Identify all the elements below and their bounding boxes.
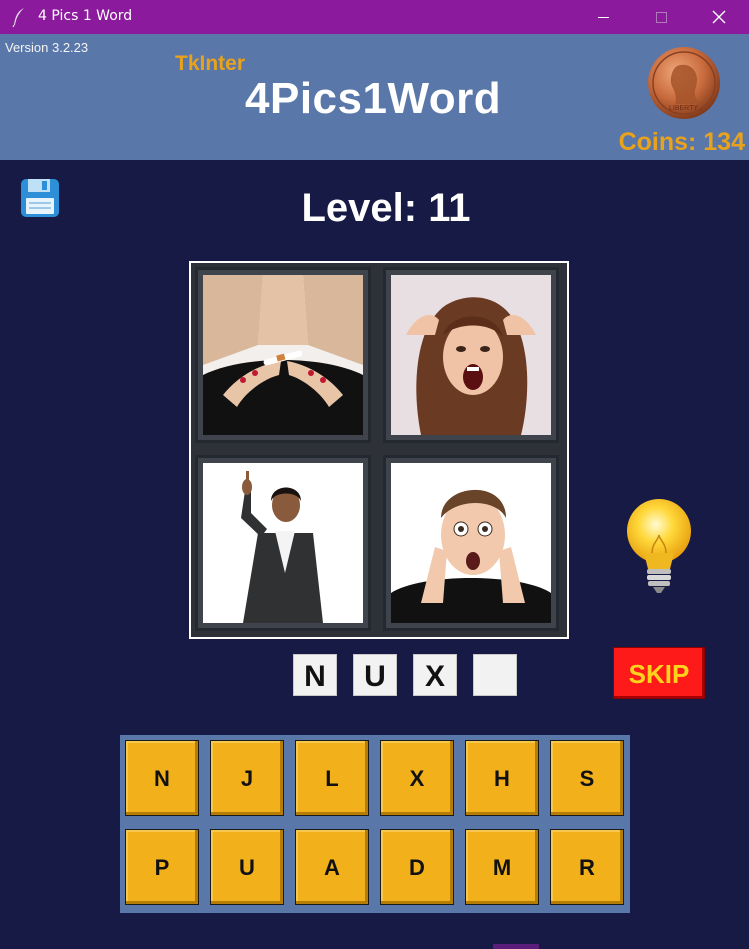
- window-title: 4 Pics 1 Word: [38, 8, 133, 24]
- picture-shocked-man: [383, 455, 559, 631]
- answer-slot-4[interactable]: [473, 654, 517, 696]
- svg-text:LIBERTY: LIBERTY: [669, 105, 698, 112]
- letter-key-n[interactable]: N: [125, 740, 199, 816]
- game-window: 4 Pics 1 Word Version 3.2.23 TkInter 4Pi…: [0, 0, 749, 949]
- game-header: Version 3.2.23 TkInter 4Pics1Word LIBERT…: [0, 34, 749, 160]
- letter-key-x[interactable]: X: [380, 740, 454, 816]
- picture-screaming-woman: [383, 267, 559, 443]
- version-label: Version 3.2.23: [5, 40, 89, 55]
- answer-slot-3[interactable]: X: [413, 654, 457, 696]
- coins-counter: Coins: 134: [618, 128, 745, 156]
- lightbulb-icon[interactable]: [622, 495, 696, 595]
- window-edge-handle: [493, 944, 539, 949]
- letter-key-r[interactable]: R: [550, 829, 624, 905]
- answer-slot-1[interactable]: N: [293, 654, 337, 696]
- screaming-woman-image: [391, 275, 551, 435]
- letter-key-p[interactable]: P: [125, 829, 199, 905]
- level-label: Level: 11: [301, 186, 471, 230]
- letter-key-s[interactable]: S: [550, 740, 624, 816]
- maximize-button[interactable]: [638, 0, 684, 34]
- brand-subtitle: TkInter: [175, 52, 246, 75]
- brand-title: 4Pics1Word: [245, 74, 502, 123]
- penny-coin-icon: LIBERTY: [648, 47, 720, 119]
- answer-slot-2[interactable]: U: [353, 654, 397, 696]
- picture-grid: [189, 261, 569, 639]
- feather-icon: [12, 8, 24, 27]
- picture-businesswoman-pointing: [195, 455, 371, 631]
- letter-keyboard: N J L X H S P U A D M R: [120, 735, 630, 913]
- letter-key-h[interactable]: H: [465, 740, 539, 816]
- minimize-icon: [597, 16, 609, 18]
- skip-button[interactable]: SKIP: [613, 647, 705, 699]
- letter-key-a[interactable]: A: [295, 829, 369, 905]
- letter-key-j[interactable]: J: [210, 740, 284, 816]
- shocked-man-image: [391, 463, 551, 623]
- letter-key-d[interactable]: D: [380, 829, 454, 905]
- close-button[interactable]: [696, 0, 742, 34]
- breaking-cigarette-image: [203, 275, 363, 435]
- letter-key-l[interactable]: L: [295, 740, 369, 816]
- maximize-icon: [655, 11, 667, 23]
- title-bar: 4 Pics 1 Word: [0, 0, 749, 34]
- close-icon: [712, 10, 726, 24]
- businesswoman-image: [203, 463, 363, 623]
- minimize-button[interactable]: [580, 0, 626, 34]
- letter-key-u[interactable]: U: [210, 829, 284, 905]
- picture-breaking-cigarette: [195, 267, 371, 443]
- letter-key-m[interactable]: M: [465, 829, 539, 905]
